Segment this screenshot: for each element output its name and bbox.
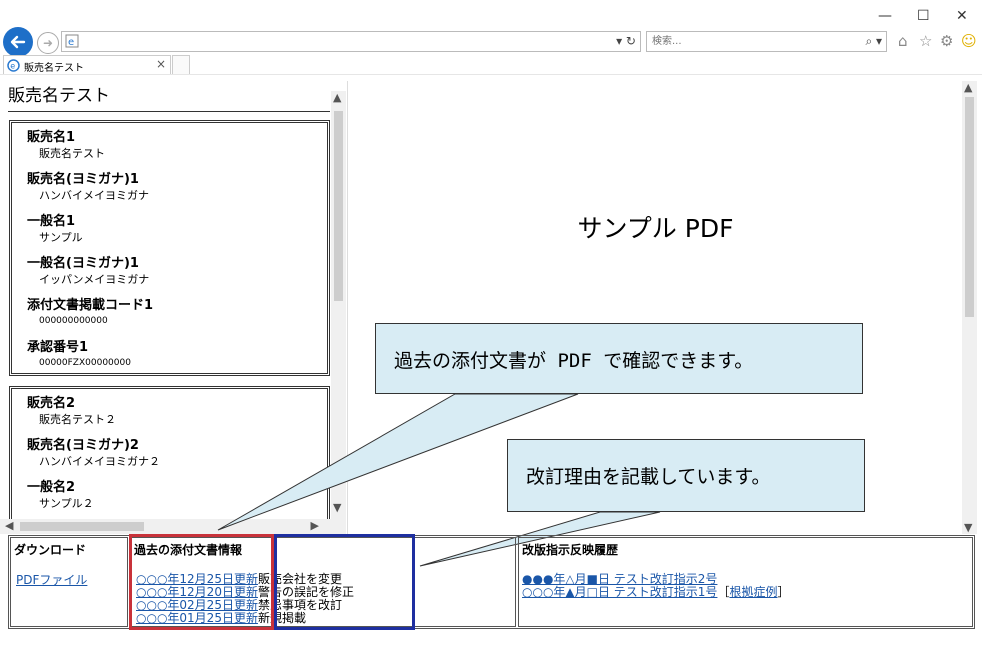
revision-link[interactable]: ○○○年▲月□日 テスト改訂指示1号 [522,585,717,599]
field-value: サンプル２ [39,497,94,510]
search-box[interactable]: ⌕ ▾ [646,31,887,52]
field-value: イッパンメイヨミガナ [39,273,150,286]
tab-close-icon[interactable]: × [156,57,166,71]
scroll-up-icon[interactable]: ▲ [333,91,341,104]
pdf-file-link[interactable]: PDFファイル [16,571,87,588]
back-arrow-icon [10,35,26,49]
title-divider [8,111,330,112]
field-brand-reading: 販売名(ヨミガナ)2 ハンバイメイヨミガナ２ [27,438,327,473]
field-label: 販売名(ヨミガナ)1 [27,172,139,187]
field-value: 販売名テスト [39,147,105,160]
scroll-thumb[interactable] [334,111,343,301]
product-card-2: 販売名2 販売名テスト２ 販売名(ヨミガナ)2 ハンバイメイヨミガナ２ 一般名2 サン… [9,386,330,534]
revision-row: ○○○年▲月□日 テスト改訂指示1号［根拠症例］ [522,586,789,599]
minimize-icon[interactable]: — [878,8,892,24]
home-icon[interactable]: ⌂ [898,32,908,50]
star-icon[interactable]: ☆ [919,32,932,50]
download-cell: ダウンロード PDFファイル [10,537,128,627]
ie-tab-icon: e [7,59,20,72]
maximize-icon[interactable]: ☐ [917,8,930,24]
scroll-right-icon[interactable]: ▶ [311,519,319,532]
field-label: 一般名(ヨミガナ)1 [27,256,139,271]
forward-arrow-icon: ➜ [42,36,54,50]
callout-past-documents: 過去の添付文書が PDF で確認できます。 [375,323,863,394]
scroll-down-icon[interactable]: ▼ [333,501,341,514]
dropdown-refresh-icon[interactable]: ▾ ↻ [616,34,636,48]
scroll-down-icon[interactable]: ▼ [964,521,972,534]
callout-text: 過去の添付文書が PDF で確認できます。 [394,350,754,372]
field-label: 承認番号1 [27,340,89,355]
field-label: 販売名(ヨミガナ)2 [27,438,139,453]
scroll-thumb[interactable] [965,97,974,317]
highlight-box-revision-notes [274,534,415,630]
search-icon[interactable]: ⌕ ▾ [865,34,882,49]
evidence-case-link[interactable]: 根拠症例 [729,585,777,599]
product-card-1: 販売名1 販売名テスト 販売名(ヨミガナ)1 ハンバイメイヨミガナ 一般名1 サンプル… [9,120,330,376]
field-brand-name: 販売名1 販売名テスト [27,130,327,165]
field-value: 000000000000 [39,316,108,326]
scroll-left-icon[interactable]: ◀ [5,519,13,532]
pdf-vertical-scrollbar[interactable]: ▲ ▼ [962,81,977,534]
field-label: 一般名2 [27,480,76,495]
gear-icon[interactable]: ⚙ [940,32,953,50]
back-button[interactable] [3,27,33,57]
field-brand-name: 販売名2 販売名テスト２ [27,396,327,431]
scroll-up-icon[interactable]: ▲ [964,81,972,94]
field-value: 販売名テスト２ [39,413,116,426]
left-horizontal-scrollbar[interactable]: ◀ ▶ [0,519,331,534]
svg-text:e: e [68,37,74,48]
tab-active[interactable]: e 販売名テスト × [3,55,171,75]
bracket-open: ［ [717,585,730,599]
field-value: ハンバイメイヨミガナ２ [39,455,160,468]
revision-link[interactable]: ●●●年△月■日 テスト改訂指示2号 [522,572,717,586]
search-input[interactable] [652,34,842,49]
page-title: 販売名テスト [8,86,110,106]
field-label: 一般名1 [27,214,76,229]
revision-header: 改版指示反映履歴 [522,543,619,557]
field-value: ハンバイメイヨミガナ [39,189,149,202]
address-bar[interactable]: e ▾ ↻ [61,31,641,52]
highlight-box-history-dates [129,534,274,630]
smiley-icon[interactable]: ☺ [961,32,977,50]
callout-text: 改訂理由を記載しています。 [526,466,771,488]
left-vertical-scrollbar[interactable]: ▲ ▼ [331,91,346,534]
field-value: サンプル [39,231,83,244]
tab-title: 販売名テスト [24,63,84,74]
bracket-close: ］ [777,585,790,599]
field-brand-reading: 販売名(ヨミガナ)1 ハンバイメイヨミガナ [27,172,327,207]
revision-cell: 改版指示反映履歴 ●●●年△月■日 テスト改訂指示2号 ○○○年▲月□日 テスト… [518,537,973,627]
scroll-thumb[interactable] [20,522,144,531]
field-generic-reading: 一般名(ヨミガナ)1 イッパンメイヨミガナ [27,256,327,291]
field-generic-name: 一般名2 サンプル２ [27,480,327,515]
pdf-title: サンプル PDF [577,214,734,243]
new-tab-button[interactable] [172,55,190,75]
field-label: 販売名1 [27,130,76,145]
field-label: 添付文書掲載コード1 [27,298,154,313]
svg-text:e: e [10,62,15,71]
forward-button[interactable]: ➜ [37,32,59,54]
field-value: 00000FZX00000000 [39,358,131,368]
field-generic-name: 一般名1 サンプル [27,214,327,249]
field-approval-number: 承認番号1 00000FZX00000000 [27,340,327,375]
field-package-code: 添付文書掲載コード1 000000000000 [27,298,327,333]
field-label: 販売名2 [27,396,76,411]
ie-page-icon: e [65,34,79,48]
download-header: ダウンロード [14,543,87,557]
close-icon[interactable]: ✕ [956,8,968,24]
left-frame: 販売名テスト 販売名1 販売名テスト 販売名(ヨミガナ)1 ハンバイメイヨミガナ 一… [0,78,346,534]
tab-strip-divider [0,74,982,75]
callout-revision-reason: 改訂理由を記載しています。 [507,439,865,512]
